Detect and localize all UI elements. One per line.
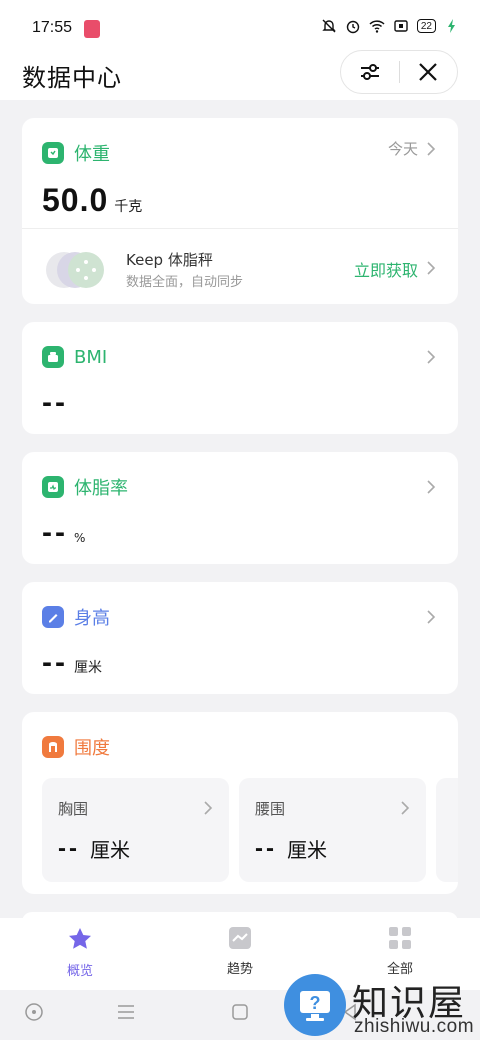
svg-text:?: ? xyxy=(310,993,321,1013)
header-actions xyxy=(340,50,458,94)
girth-item-value: -- xyxy=(255,834,277,862)
page-title: 数据中心 xyxy=(22,64,122,92)
height-card[interactable]: 身高 -- 厘米 xyxy=(22,582,458,694)
chevron-right-icon xyxy=(427,350,436,364)
girth-item-waist[interactable]: 腰围 -- 厘米 xyxy=(239,778,426,882)
chevron-right-icon xyxy=(427,261,436,275)
height-unit: 厘米 xyxy=(73,660,102,676)
body-fat-card[interactable]: 体脂率 -- % xyxy=(22,452,458,564)
promo-subtitle: 数据全面，自动同步 xyxy=(126,275,244,290)
weight-title: 体重 xyxy=(74,144,110,165)
bmi-card[interactable]: BMI -- xyxy=(22,322,458,434)
girth-icon xyxy=(42,736,64,758)
grid-icon xyxy=(389,927,411,949)
weight-unit: 千克 xyxy=(114,199,143,215)
chevron-right-icon xyxy=(427,480,436,494)
app-header: 数据中心 xyxy=(0,50,480,100)
help-monitor-icon: ? xyxy=(300,991,330,1021)
tab-label: 趋势 xyxy=(226,962,253,977)
bmi-value: -- xyxy=(42,386,68,419)
trend-chart-icon xyxy=(229,927,251,949)
chevron-right-icon xyxy=(427,610,436,624)
assistant-button[interactable] xyxy=(24,1002,44,1022)
tab-trends[interactable]: 趋势 xyxy=(200,926,280,977)
chevron-right-icon xyxy=(401,801,410,815)
girth-item-unit: 厘米 xyxy=(89,838,130,862)
weight-value: 50.0 xyxy=(42,182,109,218)
date-label[interactable]: 今天 xyxy=(388,138,418,159)
girth-card: 围度 胸围 -- 厘米 腰围 -- 厘米 xyxy=(22,712,458,894)
alarm-icon xyxy=(346,20,360,34)
filter-button[interactable] xyxy=(341,51,399,93)
menu-button[interactable] xyxy=(116,1002,136,1022)
tab-all[interactable]: 全部 xyxy=(360,926,440,977)
girth-item-label: 胸围 xyxy=(58,800,89,818)
content-list: 体重 今天 50.0 千克 Keep 体脂秤 数据全面，自动同步 立即获取 BM… xyxy=(22,118,458,950)
chevron-right-icon xyxy=(427,142,436,156)
girth-item-label: 腰围 xyxy=(255,800,286,818)
promo-title: Keep 体脂秤 xyxy=(126,251,213,269)
smart-scale-image xyxy=(46,252,104,288)
get-now-link[interactable]: 立即获取 xyxy=(354,257,418,281)
height-value: -- xyxy=(42,646,68,679)
girth-title: 围度 xyxy=(74,738,110,759)
bmi-icon xyxy=(42,346,64,368)
weight-icon xyxy=(42,142,64,164)
bell-off-icon xyxy=(322,19,336,33)
body-fat-title: 体脂率 xyxy=(74,478,128,499)
tab-overview[interactable]: 概览 xyxy=(40,926,120,979)
girth-list: 胸围 -- 厘米 腰围 -- 厘米 xyxy=(42,778,458,882)
tab-label: 概览 xyxy=(66,964,93,979)
charging-icon xyxy=(448,19,455,33)
chevron-right-icon xyxy=(204,801,213,815)
close-icon xyxy=(419,63,438,81)
status-bar: 17:55 22 xyxy=(0,0,480,50)
status-time: 17:55 xyxy=(32,19,73,36)
sim-icon xyxy=(394,20,408,32)
height-title: 身高 xyxy=(74,608,110,629)
app-notification-icon xyxy=(84,20,100,38)
body-fat-icon xyxy=(42,476,64,498)
body-fat-value: -- xyxy=(42,516,68,549)
close-button[interactable] xyxy=(399,51,457,93)
girth-item-next[interactable] xyxy=(436,778,458,882)
watermark-logo: ? xyxy=(284,974,346,1036)
watermark-domain: zhishiwu.com xyxy=(354,1016,475,1037)
girth-item-chest[interactable]: 胸围 -- 厘米 xyxy=(42,778,229,882)
girth-item-value: -- xyxy=(58,834,80,862)
battery-icon: 22 xyxy=(416,19,436,33)
star-icon xyxy=(69,928,91,949)
home-button[interactable] xyxy=(230,1002,250,1022)
height-icon xyxy=(42,606,64,628)
body-fat-unit: % xyxy=(73,531,86,545)
watermark: ? 知识屋 zhishiwu.com xyxy=(284,974,480,1040)
weight-card[interactable]: 体重 今天 50.0 千克 Keep 体脂秤 数据全面，自动同步 立即获取 xyxy=(22,118,458,304)
wifi-icon xyxy=(369,20,385,33)
scale-promo[interactable]: Keep 体脂秤 数据全面，自动同步 立即获取 xyxy=(22,229,458,304)
girth-item-unit: 厘米 xyxy=(286,838,327,862)
bmi-title: BMI xyxy=(74,346,108,368)
sliders-icon xyxy=(360,64,379,80)
